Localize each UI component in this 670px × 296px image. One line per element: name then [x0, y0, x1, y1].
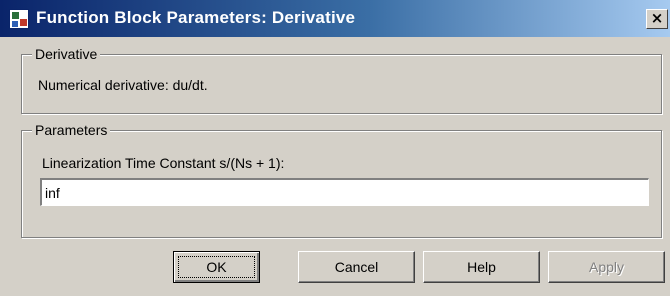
- parameters-group-legend: Parameters: [32, 122, 111, 138]
- close-button[interactable]: ×: [646, 9, 668, 29]
- block-description-text: Numerical derivative: du/dt.: [38, 77, 208, 93]
- help-button[interactable]: Help: [423, 251, 540, 283]
- close-icon: ×: [650, 9, 664, 27]
- window-title: Function Block Parameters: Derivative: [36, 8, 356, 27]
- title-bar[interactable]: Function Block Parameters: Derivative ×: [0, 0, 670, 37]
- apply-button[interactable]: Apply: [548, 251, 665, 283]
- block-group-legend: Derivative: [32, 46, 101, 62]
- dialog-window: Function Block Parameters: Derivative × …: [0, 0, 670, 296]
- simulink-block-icon: [9, 9, 29, 29]
- time-constant-input[interactable]: [40, 178, 649, 206]
- cancel-button[interactable]: Cancel: [298, 251, 415, 283]
- ok-button[interactable]: OK: [173, 251, 260, 283]
- time-constant-label: Linearization Time Constant s/(Ns + 1):: [42, 155, 285, 171]
